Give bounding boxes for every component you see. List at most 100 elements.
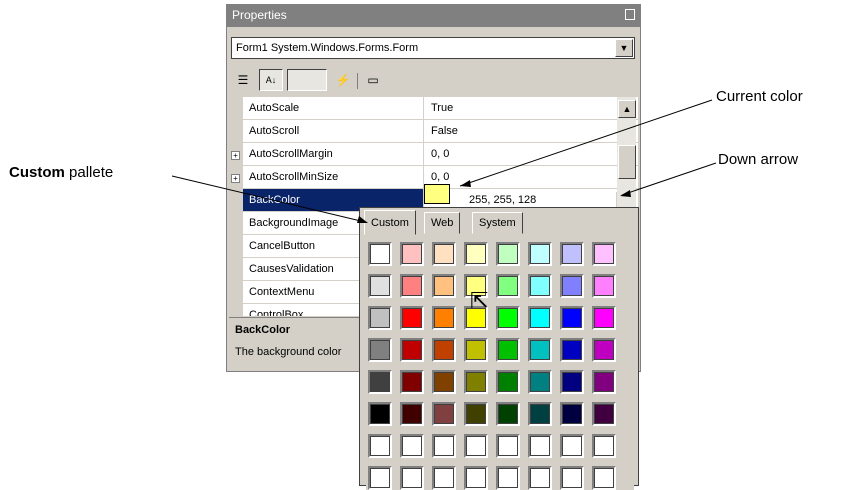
color-cell-fill	[402, 372, 422, 392]
color-cell[interactable]	[400, 242, 424, 266]
color-cell[interactable]	[400, 338, 424, 362]
color-cell[interactable]	[528, 338, 552, 362]
property-value[interactable]: False	[431, 125, 458, 137]
tab-label: Custom	[371, 216, 409, 229]
color-cell[interactable]	[368, 338, 392, 362]
expand-icon[interactable]: +	[231, 174, 240, 183]
events-button[interactable]: ⚡	[331, 69, 355, 91]
color-cell[interactable]	[560, 306, 584, 330]
color-cell[interactable]	[592, 434, 616, 458]
color-cell[interactable]	[592, 306, 616, 330]
color-cell-fill	[594, 244, 614, 264]
color-cell[interactable]	[432, 338, 456, 362]
property-row[interactable]: AutoScroll False	[243, 120, 638, 143]
scroll-thumb[interactable]	[618, 145, 636, 179]
property-name: AutoScrollMinSize	[249, 171, 339, 183]
properties-button[interactable]	[287, 69, 327, 91]
color-cell[interactable]	[432, 466, 456, 490]
color-cell[interactable]	[432, 242, 456, 266]
color-cell[interactable]	[592, 242, 616, 266]
property-row[interactable]: AutoScrollMargin 0, 0	[243, 143, 638, 166]
categorized-button[interactable]: ☰	[231, 69, 255, 91]
color-cell[interactable]	[528, 402, 552, 426]
property-value[interactable]: True	[431, 102, 453, 114]
color-cell[interactable]	[400, 434, 424, 458]
property-pages-button[interactable]: ▭	[361, 69, 385, 91]
expand-icon[interactable]: +	[231, 151, 240, 160]
property-value[interactable]: 0, 0	[431, 148, 449, 160]
color-cell[interactable]	[560, 402, 584, 426]
color-cell[interactable]	[528, 306, 552, 330]
color-cell[interactable]	[368, 434, 392, 458]
color-cell[interactable]	[400, 370, 424, 394]
color-cell[interactable]	[560, 274, 584, 298]
object-selector-dropdown-button[interactable]: ▼	[615, 39, 633, 57]
color-cell[interactable]	[496, 306, 520, 330]
color-cell[interactable]	[528, 434, 552, 458]
scroll-up-button[interactable]: ▲	[618, 100, 636, 118]
color-cell[interactable]	[432, 434, 456, 458]
object-selector[interactable]: Form1 System.Windows.Forms.Form ▼	[231, 37, 635, 59]
color-cell[interactable]	[592, 402, 616, 426]
color-cell[interactable]	[496, 434, 520, 458]
color-cell[interactable]	[560, 466, 584, 490]
color-cell[interactable]	[464, 242, 488, 266]
color-cell[interactable]	[368, 274, 392, 298]
color-cell[interactable]	[400, 274, 424, 298]
color-cell-fill	[370, 372, 390, 392]
color-cell[interactable]	[368, 402, 392, 426]
color-cell-fill	[562, 404, 582, 424]
color-cell[interactable]	[368, 306, 392, 330]
color-cell[interactable]	[464, 434, 488, 458]
color-cell[interactable]	[400, 466, 424, 490]
color-cell[interactable]	[432, 402, 456, 426]
color-cell[interactable]	[592, 466, 616, 490]
color-cell[interactable]	[528, 370, 552, 394]
color-cell[interactable]	[496, 242, 520, 266]
title-bar[interactable]: Properties	[227, 5, 640, 27]
color-cell[interactable]	[400, 306, 424, 330]
color-cell[interactable]	[528, 466, 552, 490]
property-row[interactable]: AutoScale True	[243, 97, 638, 120]
color-cell[interactable]	[560, 338, 584, 362]
color-cell[interactable]	[368, 466, 392, 490]
color-cell[interactable]	[432, 306, 456, 330]
color-cell[interactable]	[496, 274, 520, 298]
color-cell[interactable]	[400, 402, 424, 426]
color-cell[interactable]	[432, 370, 456, 394]
color-cell[interactable]	[592, 274, 616, 298]
color-cell[interactable]	[464, 466, 488, 490]
color-cell-fill	[402, 308, 422, 328]
color-cell[interactable]	[496, 466, 520, 490]
color-cell[interactable]	[464, 402, 488, 426]
color-cell[interactable]	[496, 338, 520, 362]
color-cell[interactable]	[560, 434, 584, 458]
color-cell[interactable]	[592, 338, 616, 362]
callout-custom-pallete: Custom pallete	[9, 164, 113, 181]
color-cell-fill	[434, 404, 454, 424]
callout-custom-bold: Custom	[9, 164, 65, 181]
color-cell[interactable]	[496, 402, 520, 426]
property-name: CancelButton	[249, 240, 316, 252]
color-cell-fill	[530, 276, 550, 296]
pin-icon[interactable]	[625, 9, 635, 20]
color-cell[interactable]	[464, 370, 488, 394]
color-cell[interactable]	[368, 370, 392, 394]
color-cell[interactable]	[592, 370, 616, 394]
property-value[interactable]: 0, 0	[431, 171, 449, 183]
color-cell[interactable]	[368, 242, 392, 266]
tab-custom[interactable]: Custom	[364, 210, 416, 235]
color-cell[interactable]	[560, 370, 584, 394]
color-cell[interactable]	[528, 274, 552, 298]
color-cell[interactable]	[496, 370, 520, 394]
alphabetic-button[interactable]: A↓	[259, 69, 283, 91]
color-cell-fill	[370, 404, 390, 424]
color-cell[interactable]	[464, 338, 488, 362]
color-cell[interactable]	[560, 242, 584, 266]
color-cell-fill	[594, 404, 614, 424]
color-cell[interactable]	[528, 242, 552, 266]
property-value[interactable]: 255, 255, 128	[469, 194, 536, 206]
tab-web[interactable]: Web	[424, 212, 461, 234]
color-cell[interactable]	[432, 274, 456, 298]
tab-system[interactable]: System	[472, 212, 523, 234]
